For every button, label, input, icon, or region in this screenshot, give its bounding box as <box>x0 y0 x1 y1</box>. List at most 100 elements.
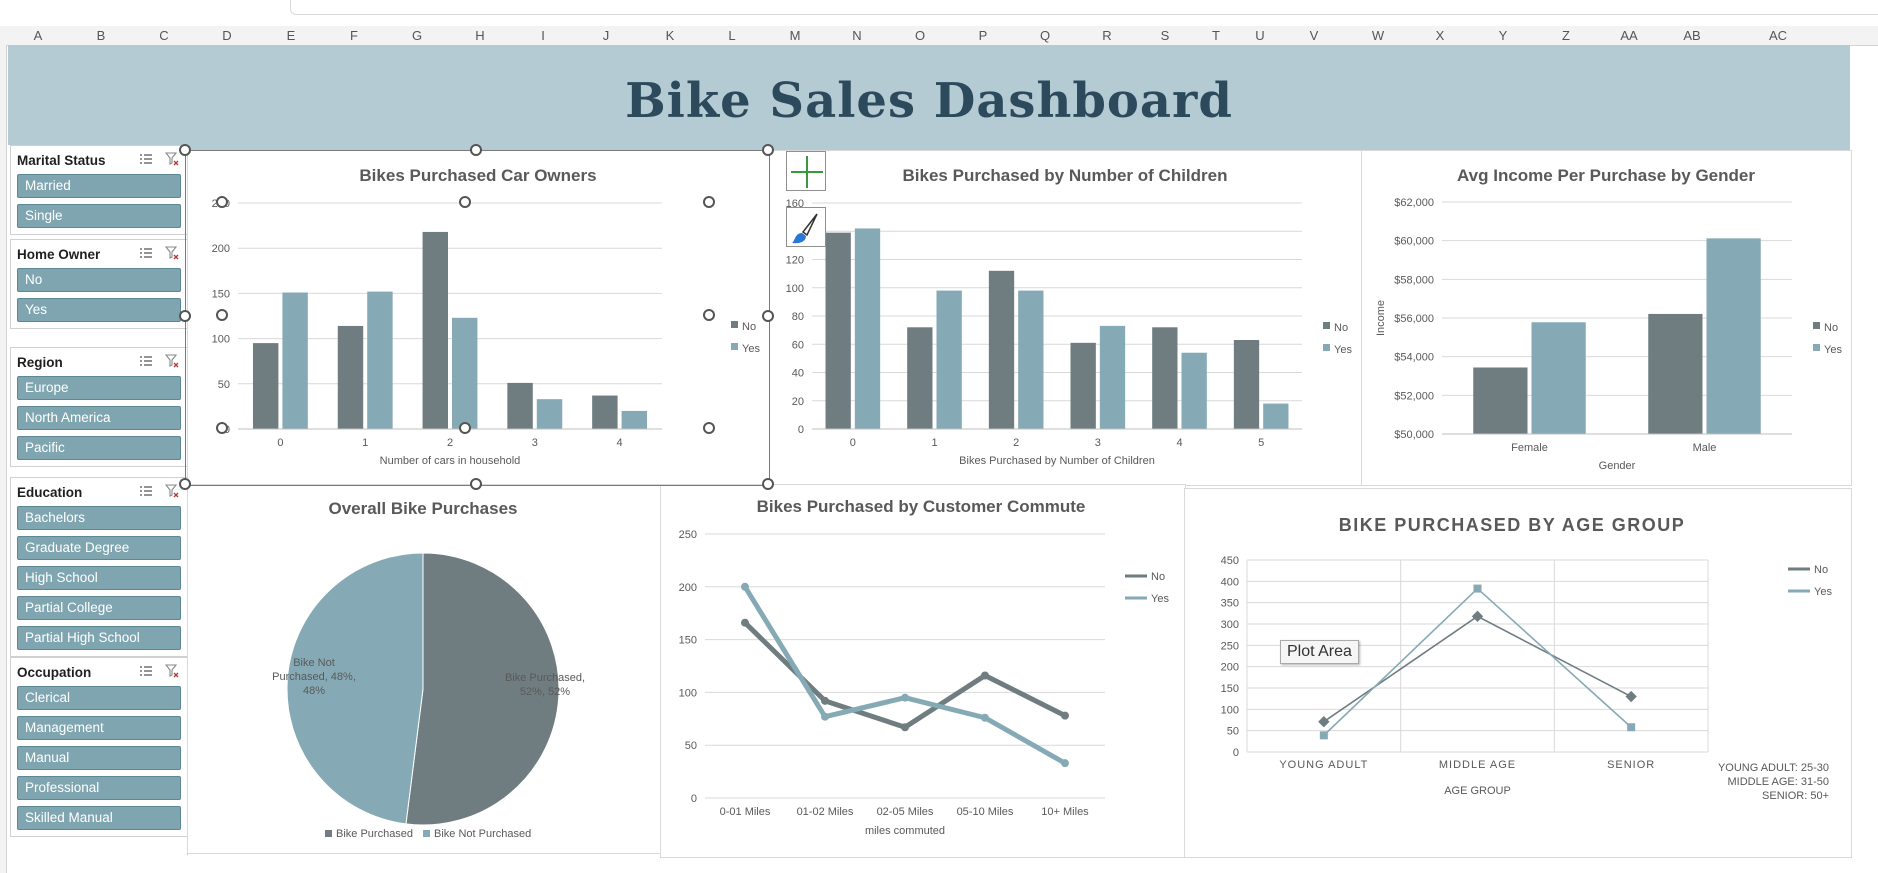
clear-filter-icon[interactable] <box>165 484 179 498</box>
column-header[interactable]: J <box>603 28 610 43</box>
slicer-item[interactable]: Pacific <box>17 436 181 460</box>
chart-overall-purchases[interactable]: Overall Bike Purchases Bike Purchased, 52%… <box>187 484 662 854</box>
slicer-item[interactable]: Europe <box>17 376 181 400</box>
resize-handle[interactable] <box>470 144 482 156</box>
column-header[interactable]: Y <box>1499 28 1508 43</box>
column-header[interactable]: AC <box>1769 28 1787 43</box>
slicer-occupation[interactable]: Occupation Clerical Management Manual Profes… <box>10 657 188 837</box>
column-header[interactable]: B <box>97 28 106 43</box>
multi-select-icon[interactable] <box>139 355 153 367</box>
clear-filter-icon[interactable] <box>165 354 179 368</box>
column-header[interactable]: Z <box>1562 28 1570 43</box>
x-tick-label: YOUNG ADULT <box>1279 759 1368 771</box>
resize-handle[interactable] <box>762 144 774 156</box>
clear-filter-icon[interactable] <box>165 664 179 678</box>
slicer-item[interactable]: Partial College <box>17 596 181 620</box>
y-tick-label: $62,000 <box>1394 197 1434 209</box>
multi-select-icon[interactable] <box>139 153 153 165</box>
column-header[interactable]: Q <box>1040 28 1050 43</box>
column-header[interactable]: V <box>1310 28 1319 43</box>
column-header[interactable]: AB <box>1683 28 1700 43</box>
column-header[interactable]: G <box>412 28 422 43</box>
resize-handle[interactable] <box>179 310 191 322</box>
chart-income-gender[interactable]: Avg Income Per Purchase by Gender $50,000… <box>1361 150 1852 486</box>
clear-filter-icon[interactable] <box>165 246 179 260</box>
slicer-item[interactable]: Married <box>17 174 181 198</box>
clear-filter-icon[interactable] <box>165 152 179 166</box>
resize-handle[interactable] <box>216 422 228 434</box>
slicer-item[interactable]: High School <box>17 566 181 590</box>
column-header[interactable]: W <box>1372 28 1384 43</box>
column-header[interactable]: T <box>1212 28 1220 43</box>
column-header[interactable]: A <box>34 28 43 43</box>
resize-handle[interactable] <box>459 196 471 208</box>
y-tick-label: 150 <box>679 635 697 647</box>
slicer-item[interactable]: Professional <box>17 776 181 800</box>
chart-commute[interactable]: Bikes Purchased by Customer Commute 0 50 10… <box>660 484 1186 858</box>
resize-handle[interactable] <box>703 196 715 208</box>
chart-styles-button[interactable] <box>786 207 826 247</box>
resize-handle[interactable] <box>459 422 471 434</box>
slicer-item[interactable]: Management <box>17 716 181 740</box>
resize-handle[interactable] <box>216 309 228 321</box>
column-header[interactable]: K <box>666 28 675 43</box>
slicer-education[interactable]: Education Bachelors Graduate Degree High Sc… <box>10 477 188 657</box>
column-header[interactable]: I <box>541 28 545 43</box>
column-header[interactable]: R <box>1102 28 1111 43</box>
resize-handle[interactable] <box>179 478 191 490</box>
column-header[interactable]: E <box>287 28 296 43</box>
column-headers[interactable]: A B C D E F G H I J K L M N O P Q R S T U V W X Y Z AA AB AC <box>0 26 1878 46</box>
bar-no <box>988 270 1015 429</box>
multi-select-icon[interactable] <box>139 665 153 677</box>
column-header[interactable]: H <box>475 28 484 43</box>
slicer-item[interactable]: Manual <box>17 746 181 770</box>
chart-selection-frame[interactable] <box>185 150 770 486</box>
slicer-item[interactable]: Skilled Manual <box>17 806 181 830</box>
age-group-note: SENIOR: 50+ <box>1762 790 1829 802</box>
column-header[interactable]: U <box>1255 28 1264 43</box>
resize-handle[interactable] <box>762 310 774 322</box>
resize-handle[interactable] <box>703 422 715 434</box>
x-tick-label: 01-02 Miles <box>797 806 854 818</box>
slicer-item[interactable]: Graduate Degree <box>17 536 181 560</box>
column-header[interactable]: N <box>852 28 861 43</box>
slicer-item[interactable]: North America <box>17 406 181 430</box>
chart-age-group[interactable]: BIKE PURCHASED BY AGE GROUP 0 50 100 150 200 2… <box>1184 488 1852 858</box>
legend-label: No <box>1824 322 1838 334</box>
resize-handle[interactable] <box>216 196 228 208</box>
column-header[interactable]: X <box>1436 28 1445 43</box>
column-header[interactable]: M <box>790 28 801 43</box>
data-point <box>1061 759 1069 768</box>
column-header[interactable]: C <box>159 28 168 43</box>
column-header[interactable]: O <box>915 28 925 43</box>
resize-handle[interactable] <box>470 478 482 490</box>
slicer-item[interactable]: Partial High School <box>17 626 181 650</box>
chart-children[interactable]: Bikes Purchased by Number of Children 0 20… <box>769 150 1363 486</box>
multi-select-icon[interactable] <box>139 247 153 259</box>
slicer-item[interactable]: No <box>17 268 181 292</box>
bar-yes <box>1099 325 1126 429</box>
slicer-item[interactable]: Yes <box>17 298 181 322</box>
slicer-region[interactable]: Region Europe North America Pacific <box>10 347 188 467</box>
x-tick-label: 1 <box>931 437 937 449</box>
column-header[interactable]: L <box>728 28 735 43</box>
row-headers[interactable] <box>0 45 7 873</box>
slicer-marital-status[interactable]: Marital Status Married Single <box>10 145 188 235</box>
column-header[interactable]: D <box>222 28 231 43</box>
y-tick-label: 100 <box>786 283 804 295</box>
chart-elements-button[interactable] <box>786 151 826 191</box>
slicer-item[interactable]: Single <box>17 204 181 228</box>
slicer-item[interactable]: Bachelors <box>17 506 181 530</box>
column-header[interactable]: P <box>979 28 988 43</box>
slicer-home-owner[interactable]: Home Owner No Yes <box>10 239 188 329</box>
resize-handle[interactable] <box>762 478 774 490</box>
column-header[interactable]: AA <box>1620 28 1637 43</box>
column-header[interactable]: S <box>1161 28 1170 43</box>
bar-no <box>1070 342 1096 429</box>
resize-handle[interactable] <box>179 144 191 156</box>
legend-swatch <box>1813 344 1820 351</box>
slicer-item[interactable]: Clerical <box>17 686 181 710</box>
column-header[interactable]: F <box>350 28 358 43</box>
resize-handle[interactable] <box>703 309 715 321</box>
multi-select-icon[interactable] <box>139 485 153 497</box>
